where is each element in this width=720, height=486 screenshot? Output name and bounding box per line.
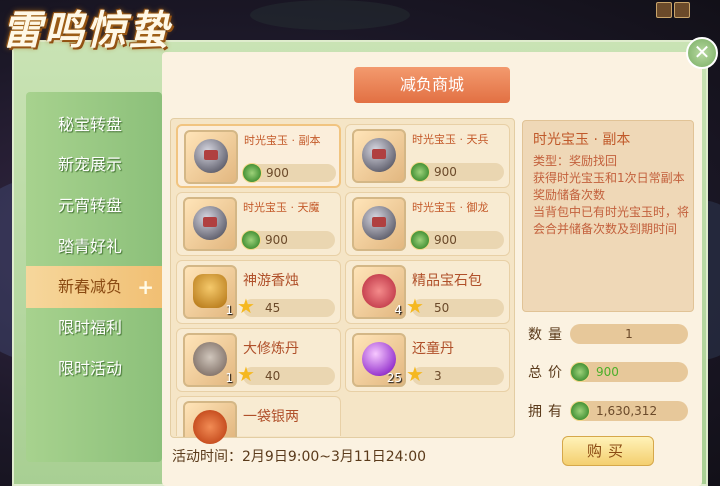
star-icon: ★ [406, 362, 424, 386]
coin-icon [570, 401, 590, 421]
item-card[interactable]: 时光宝玉 · 天兵 900 [345, 124, 510, 188]
activity-time: 活动时间：2月9日9:00~3月11日24:00 [172, 449, 427, 465]
time-jade-icon [352, 129, 406, 183]
item-name: 还童丹 [412, 341, 454, 357]
detail-type: 类型：奖励找回 [533, 154, 618, 168]
price-bar: 900 [241, 230, 335, 250]
item-price: 45 [265, 301, 281, 315]
owned-field: 1,630,312 [570, 401, 688, 421]
item-card[interactable]: 1 大修炼丹 ★ 40 [176, 328, 341, 392]
price-bar: ★ 50 [406, 294, 504, 318]
money-bag-icon [183, 401, 237, 444]
time-jade-icon [183, 197, 237, 251]
detail-note: 当背包中已有时光宝玉时，将会合并储备次数及到期时间 [533, 205, 690, 236]
sidebar-item-new-year-relief[interactable]: 新春减负 + [26, 266, 162, 308]
event-title-logo: 雷鸣惊蛰 [2, 7, 170, 54]
item-price: 40 [265, 369, 281, 383]
sidebar-item-label: 新春减负 [58, 277, 123, 296]
background-decoration [250, 0, 410, 30]
item-card[interactable]: 时光宝玉 · 天魔 900 [176, 192, 341, 256]
coin-icon [242, 163, 262, 183]
close-button[interactable]: ✕ [686, 37, 718, 69]
time-jade-icon [352, 197, 406, 251]
total-label: 总价 [528, 365, 568, 381]
sidebar: 秘宝转盘 新宠展示 元宵转盘 踏青好礼 新春减负 + 限时福利 限时活动 [26, 92, 162, 462]
item-name: 时光宝玉 · 天魔 [243, 201, 320, 214]
item-name: 时光宝玉 · 御龙 [412, 201, 489, 214]
detail-item-name: 时光宝玉 · 副本 [533, 132, 631, 148]
item-detail-panel: 时光宝玉 · 副本 类型：奖励找回 获得时光宝玉和1次日常副本奖励储备次数 当背… [522, 120, 694, 312]
sidebar-item-label: 秘宝转盘 [58, 115, 123, 134]
sidebar-item-new-pet[interactable]: 新宠展示 [26, 144, 162, 186]
price-bar: 900 [242, 163, 336, 183]
quantity-value: 1 [625, 327, 633, 341]
item-card[interactable]: 一袋银两 [176, 396, 341, 444]
sidebar-item-label: 限时福利 [58, 318, 123, 337]
item-name: 大修炼丹 [243, 341, 299, 357]
item-card[interactable]: 时光宝玉 · 御龙 900 [345, 192, 510, 256]
price-bar: ★ 45 [237, 294, 335, 318]
sidebar-item-limited-event[interactable]: 限时活动 [26, 348, 162, 390]
sidebar-item-label: 限时活动 [58, 359, 123, 378]
owned-value: 1,630,312 [596, 404, 658, 418]
plus-icon: + [137, 275, 154, 299]
price-bar: ★ 3 [406, 362, 504, 386]
item-name: 时光宝玉 · 副本 [244, 134, 321, 147]
detail-description: 类型：奖励找回 获得时光宝玉和1次日常副本奖励储备次数 当背包中已有时光宝玉时，… [533, 153, 693, 238]
item-price: 900 [265, 233, 288, 247]
settings-icon[interactable] [674, 2, 690, 18]
item-card[interactable]: 时光宝玉 · 副本 900 [176, 124, 341, 188]
quantity-field[interactable]: 1 [570, 324, 688, 344]
item-price: 900 [266, 166, 289, 180]
item-card[interactable]: 4 精品宝石包 ★ 50 [345, 260, 510, 324]
coin-icon [570, 362, 590, 382]
menu-icon[interactable] [656, 2, 672, 18]
gem-bag-icon: 4 [352, 265, 406, 319]
sidebar-item-label: 踏青好礼 [58, 237, 123, 256]
item-name: 神游香烛 [243, 273, 299, 289]
price-bar: 900 [410, 230, 504, 250]
sidebar-item-label: 元宵转盘 [58, 196, 123, 215]
top-right-icons [656, 2, 690, 18]
item-count: 1 [225, 371, 233, 385]
item-name: 一袋银两 [243, 409, 299, 425]
sidebar-item-secret-wheel[interactable]: 秘宝转盘 [26, 104, 162, 146]
purple-pearl-icon: 25 [352, 333, 406, 387]
coin-icon [410, 162, 430, 182]
item-price: 900 [434, 165, 457, 179]
time-jade-icon [184, 130, 238, 184]
price-bar: 900 [410, 162, 504, 182]
item-price: 900 [434, 233, 457, 247]
star-icon: ★ [237, 294, 255, 318]
quantity-label: 数量 [528, 327, 568, 343]
price-bar: ★ 40 [237, 362, 335, 386]
coin-icon [241, 230, 261, 250]
item-name: 精品宝石包 [412, 273, 482, 289]
item-count: 1 [225, 303, 233, 317]
item-count: 25 [386, 371, 402, 385]
item-card[interactable]: 1 神游香烛 ★ 45 [176, 260, 341, 324]
sidebar-item-spring-outing[interactable]: 踏青好礼 [26, 226, 162, 268]
sidebar-item-limited-welfare[interactable]: 限时福利 [26, 307, 162, 349]
sidebar-item-label: 新宠展示 [58, 155, 123, 174]
total-field: 900 [570, 362, 688, 382]
shop-title: 减负商城 [354, 67, 510, 103]
pill-pot-icon: 1 [183, 333, 237, 387]
item-card[interactable]: 25 还童丹 ★ 3 [345, 328, 510, 392]
sidebar-item-lantern-wheel[interactable]: 元宵转盘 [26, 185, 162, 227]
coin-icon [410, 230, 430, 250]
item-price: 3 [434, 369, 442, 383]
star-icon: ★ [406, 294, 424, 318]
owned-label: 拥有 [528, 404, 568, 420]
detail-effect: 获得时光宝玉和1次日常副本奖励储备次数 [533, 171, 685, 202]
total-value: 900 [596, 365, 619, 379]
item-name: 时光宝玉 · 天兵 [412, 133, 489, 146]
item-price: 50 [434, 301, 450, 315]
buy-button[interactable]: 购买 [562, 436, 654, 466]
incense-cup-icon: 1 [183, 265, 237, 319]
item-count: 4 [394, 303, 402, 317]
star-icon: ★ [237, 362, 255, 386]
